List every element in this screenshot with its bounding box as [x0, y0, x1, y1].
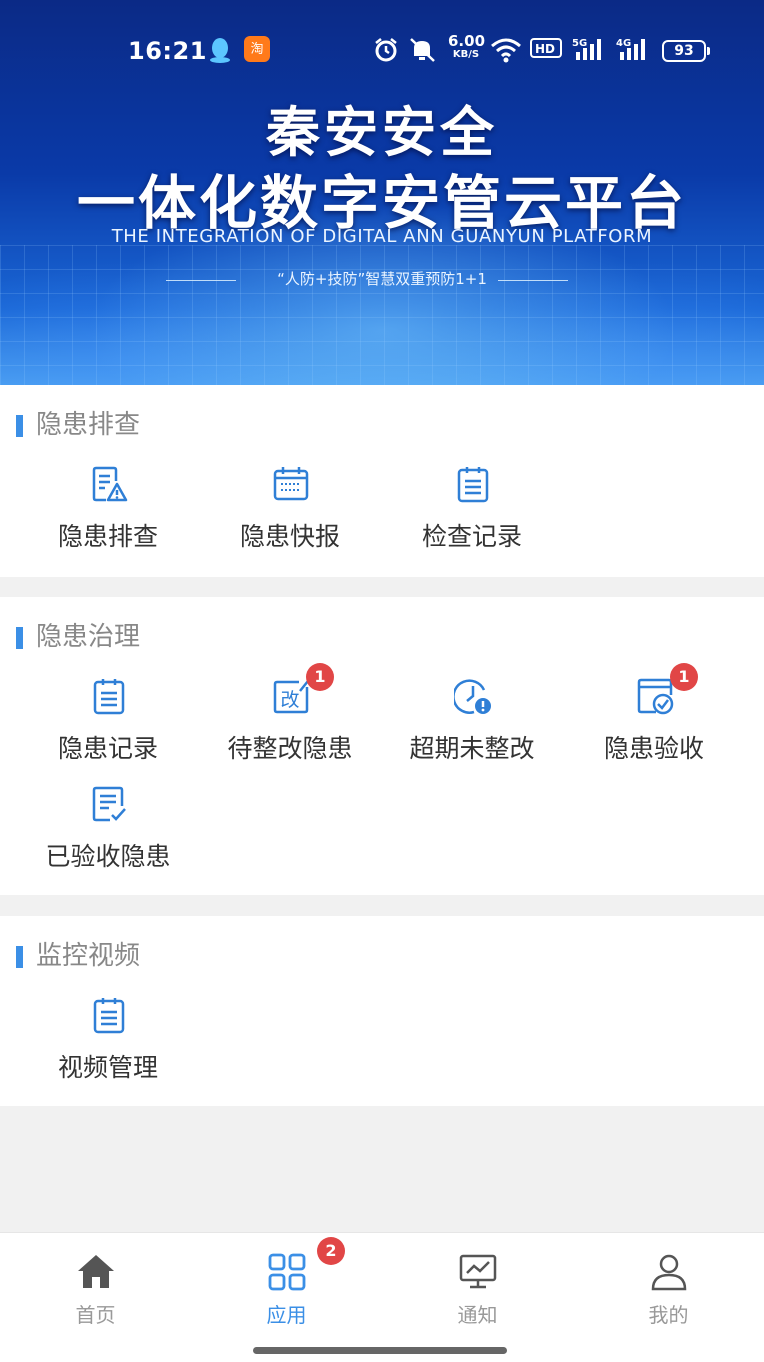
status-bar: 16:21 淘 6.00 KB/S HD 5G 4G 93	[0, 30, 764, 74]
taobao-icon: 淘	[244, 36, 270, 62]
section-title: 监控视频	[16, 940, 140, 972]
app-item-label: 隐患快报	[239, 522, 340, 551]
svg-text:改: 改	[280, 689, 299, 711]
banner-tagline: “人防+技防”智慧双重预防1+1	[277, 270, 487, 288]
section-surveillance-video: 监控视频 视频管理	[0, 916, 764, 1106]
section-hazard-governance: 隐患治理 隐患记录 改 待整改隐患 1 超期未整改 隐患验收 1 已验收隐患	[0, 597, 764, 895]
app-item-hazard-inspection[interactable]: 隐患排查	[17, 465, 199, 565]
app-item-overdue-unrectified[interactable]: 超期未整改	[381, 677, 563, 777]
clipboard-icon	[93, 679, 125, 715]
tab-label: 应用	[266, 1303, 307, 1327]
net-speed: 6.00 KB/S	[448, 32, 486, 61]
bottom-tab-bar: 首页 应用 2 通知 我的	[0, 1232, 764, 1362]
svg-text:淘: 淘	[250, 42, 263, 57]
section-hazard-inspection: 隐患排查 隐患排查 隐患快报 检查记录	[0, 385, 764, 577]
notification-badge: 2	[317, 1237, 345, 1265]
app-item-hazard-record[interactable]: 隐患记录	[17, 677, 199, 777]
alarm-icon	[375, 38, 397, 62]
tab-label: 我的	[648, 1303, 689, 1327]
notification-badge: 1	[670, 663, 698, 691]
app-item-label: 视频管理	[57, 1053, 158, 1082]
tab-apps[interactable]: 应用 2	[191, 1233, 382, 1333]
calendar-icon	[273, 467, 309, 501]
home-icon	[78, 1255, 114, 1288]
wifi-icon	[491, 38, 521, 63]
app-item-label: 隐患验收	[603, 734, 704, 763]
tab-label: 首页	[75, 1303, 116, 1327]
qq-icon	[210, 38, 230, 63]
net-speed-unit: KB/S	[452, 49, 480, 60]
section-title: 隐患治理	[16, 621, 140, 653]
app-item-video-management[interactable]: 视频管理	[17, 996, 199, 1096]
banner: 16:21 淘 6.00 KB/S HD 5G 4G 93 秦安安全 一体化数字…	[0, 0, 764, 385]
app-item-pending-rectification[interactable]: 改 待整改隐患 1	[199, 663, 381, 777]
app-item-label: 检查记录	[421, 522, 522, 551]
tab-home[interactable]: 首页	[0, 1233, 191, 1333]
app-item-label: 隐患排查	[57, 522, 158, 551]
signal-5g-icon: 5G	[572, 38, 601, 60]
app-item-label: 已验收隐患	[45, 842, 171, 871]
window-check-icon	[637, 678, 674, 715]
section-title: 隐患排查	[16, 409, 140, 441]
app-item-label: 待整改隐患	[227, 734, 353, 763]
app-item-inspection-record[interactable]: 检查记录	[381, 465, 563, 565]
battery-indicator: 93	[662, 40, 710, 62]
tab-label: 通知	[457, 1303, 498, 1327]
user-icon	[651, 1254, 687, 1291]
clipboard-icon	[93, 998, 125, 1034]
home-indicator[interactable]	[253, 1347, 507, 1354]
monitor-chart-icon	[459, 1254, 497, 1289]
hd-icon: HD	[530, 38, 562, 58]
banner-subtitle-en: THE INTEGRATION OF DIGITAL ANN GUANYUN P…	[111, 226, 653, 247]
document-check-icon	[92, 786, 126, 822]
svg-text:4G: 4G	[616, 38, 631, 49]
clipboard-icon	[457, 467, 489, 503]
notification-badge: 1	[306, 663, 334, 691]
svg-text:5G: 5G	[572, 38, 587, 49]
tab-notifications[interactable]: 通知	[382, 1233, 573, 1333]
app-item-label: 超期未整改	[409, 734, 535, 763]
app-item-hazard-acceptance[interactable]: 隐患验收 1	[563, 663, 745, 777]
app-item-accepted-hazards[interactable]: 已验收隐患	[17, 785, 199, 885]
tab-profile[interactable]: 我的	[573, 1233, 764, 1333]
app-item-hazard-report[interactable]: 隐患快报	[199, 465, 381, 565]
apps-grid-icon	[268, 1253, 306, 1291]
banner-grid-decoration	[0, 245, 764, 385]
svg-text:HD: HD	[535, 42, 555, 56]
clock-alert-icon	[454, 679, 491, 714]
status-time: 16:21	[128, 37, 207, 65]
app-item-label: 隐患记录	[57, 734, 158, 763]
net-speed-value: 6.00	[448, 32, 486, 50]
mute-icon	[410, 38, 435, 62]
checklist-warning-icon	[92, 466, 128, 502]
edit-correct-icon: 改	[273, 680, 309, 714]
signal-4g-icon: 4G	[616, 38, 645, 60]
